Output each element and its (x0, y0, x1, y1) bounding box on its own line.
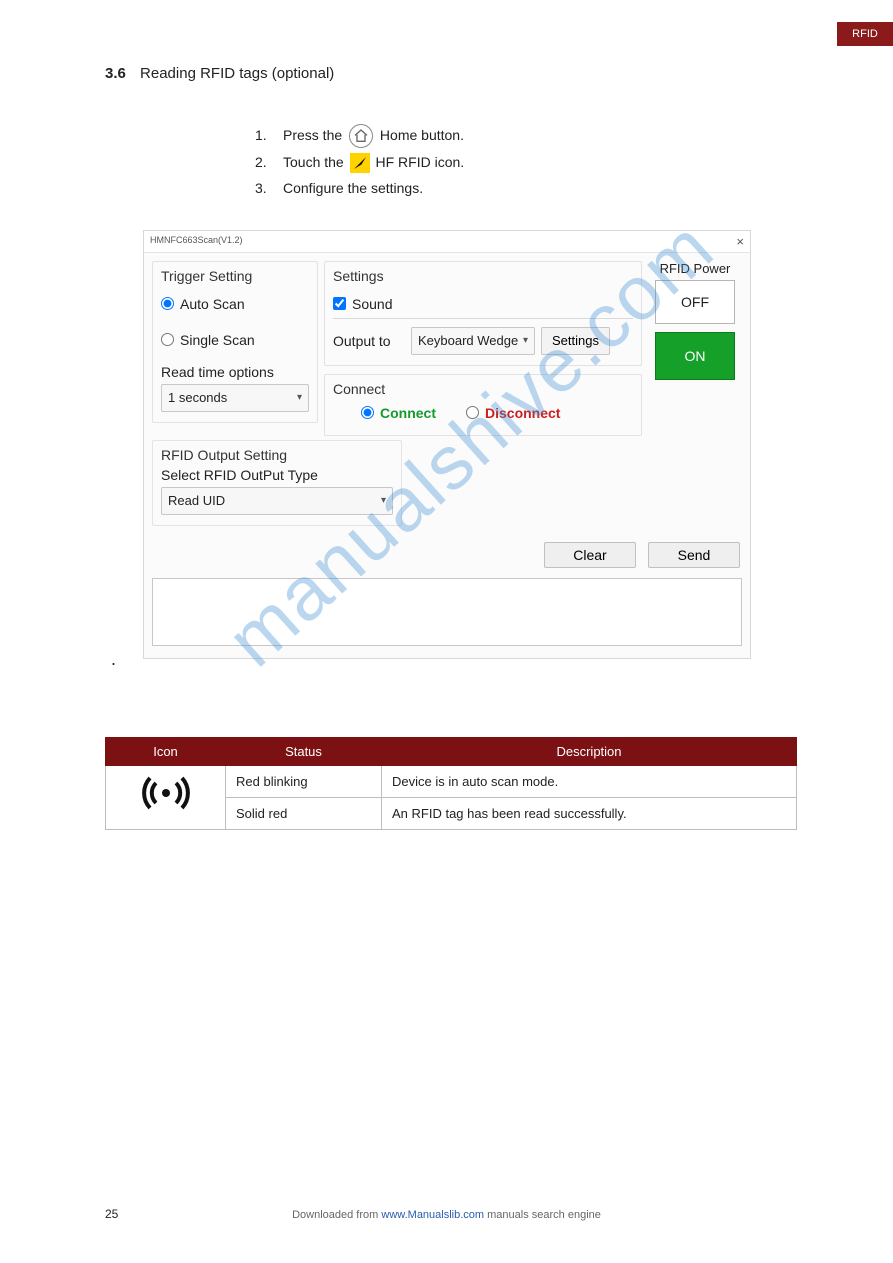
send-button[interactable]: Send (648, 542, 740, 568)
hf-rfid-icon (350, 153, 370, 173)
step-number: 2. (255, 149, 283, 176)
sound-checkbox-input[interactable] (333, 297, 346, 310)
read-time-label: Read time options (161, 364, 309, 380)
connect-radio-input[interactable] (361, 406, 374, 419)
radio-label: Connect (380, 405, 436, 421)
sound-checkbox[interactable]: Sound (333, 296, 633, 312)
page-footer: Downloaded from www.Manualslib.com manua… (0, 1209, 893, 1221)
table-header: Description (382, 737, 797, 765)
status-table: Icon Status Description (105, 737, 797, 830)
combo-value: Keyboard Wedge (418, 333, 518, 348)
auto-scan-radio-input[interactable] (161, 297, 174, 310)
home-icon (349, 124, 373, 148)
step-number: 1. (255, 122, 283, 149)
chevron-down-icon: ▾ (297, 392, 302, 403)
chevron-down-icon: ▾ (523, 335, 528, 346)
radio-label: Disconnect (485, 405, 560, 421)
output-textarea[interactable] (152, 578, 742, 646)
step-item: 2. Touch the HF RFID icon. (255, 149, 821, 176)
section-number: 3.6 (105, 65, 126, 82)
radio-label: Auto Scan (180, 296, 245, 312)
table-header: Icon (106, 737, 226, 765)
window-title: HMNFC663Scan(V1.2) (150, 235, 243, 245)
settings-group: Settings Sound Output to Keyboard Wedge … (324, 261, 642, 366)
single-scan-radio[interactable]: Single Scan (161, 332, 309, 348)
group-legend: RFID Output Setting (161, 445, 393, 463)
rfid-output-type-label: Select RFID OutPut Type (161, 467, 393, 483)
rfid-output-group: RFID Output Setting Select RFID OutPut T… (152, 440, 402, 526)
single-scan-radio-input[interactable] (161, 333, 174, 346)
power-on-button[interactable]: ON (655, 332, 735, 380)
footer-text: manuals search engine (487, 1209, 601, 1221)
step-text: Press the (283, 127, 346, 143)
table-cell: Red blinking (226, 765, 382, 797)
table-cell: An RFID tag has been read successfully. (382, 797, 797, 829)
table-header: Status (226, 737, 382, 765)
settings-button[interactable]: Settings (541, 327, 610, 355)
step-number: 3. (255, 175, 283, 202)
auto-scan-radio[interactable]: Auto Scan (161, 296, 309, 312)
button-label: ON (685, 348, 706, 364)
step-text: Home button. (380, 127, 464, 143)
rfid-signal-icon (142, 787, 190, 820)
step-item: 1. Press the Home button. (255, 122, 821, 149)
table-cell: Device is in auto scan mode. (382, 765, 797, 797)
step-text: Touch the (283, 154, 348, 170)
step-text: HF RFID icon. (376, 154, 465, 170)
step-item: 3. Configure the settings. (255, 175, 821, 202)
chevron-down-icon: ▾ (381, 495, 386, 506)
button-label: OFF (681, 294, 709, 310)
rfid-output-type-select[interactable]: Read UID ▾ (161, 487, 393, 515)
window-titlebar: HMNFC663Scan(V1.2) × (144, 231, 750, 253)
group-legend: Connect (333, 379, 633, 399)
read-time-select[interactable]: 1 seconds ▾ (161, 384, 309, 412)
group-legend: Trigger Setting (161, 266, 309, 290)
disconnect-radio-input[interactable] (466, 406, 479, 419)
close-icon[interactable]: × (736, 234, 744, 249)
section-heading: 3.6 Reading RFID tags (optional) (105, 65, 821, 82)
combo-value: Read UID (168, 493, 225, 508)
app-window: HMNFC663Scan(V1.2) × Trigger Setting Aut… (143, 230, 751, 659)
table-cell: Solid red (226, 797, 382, 829)
top-tab: RFID (837, 22, 893, 46)
output-to-select[interactable]: Keyboard Wedge ▾ (411, 327, 535, 355)
clear-button[interactable]: Clear (544, 542, 636, 568)
power-off-button[interactable]: OFF (655, 280, 735, 324)
connect-radio[interactable]: Connect (361, 405, 436, 421)
footer-text: Downloaded from (292, 1209, 381, 1221)
divider (333, 318, 633, 319)
section-title: Reading RFID tags (optional) (140, 65, 334, 82)
group-legend: Settings (333, 266, 633, 290)
table-row: Red blinking Device is in auto scan mode… (106, 765, 797, 797)
output-to-label: Output to (333, 333, 405, 349)
rfid-status-icon-cell (106, 765, 226, 829)
connect-group: Connect Connect Disconnect (324, 374, 642, 436)
trigger-setting-group: Trigger Setting Auto Scan Single Scan Re… (152, 261, 318, 423)
checkbox-label: Sound (352, 296, 392, 312)
combo-value: 1 seconds (168, 390, 227, 405)
step-text: Configure the settings. (283, 175, 423, 202)
footer-link[interactable]: www.Manualslib.com (381, 1209, 484, 1221)
radio-label: Single Scan (180, 332, 255, 348)
disconnect-radio[interactable]: Disconnect (466, 405, 560, 421)
steps-list: 1. Press the Home button. 2. Touch the H… (105, 122, 821, 202)
rfid-power-label: RFID Power (648, 261, 742, 276)
